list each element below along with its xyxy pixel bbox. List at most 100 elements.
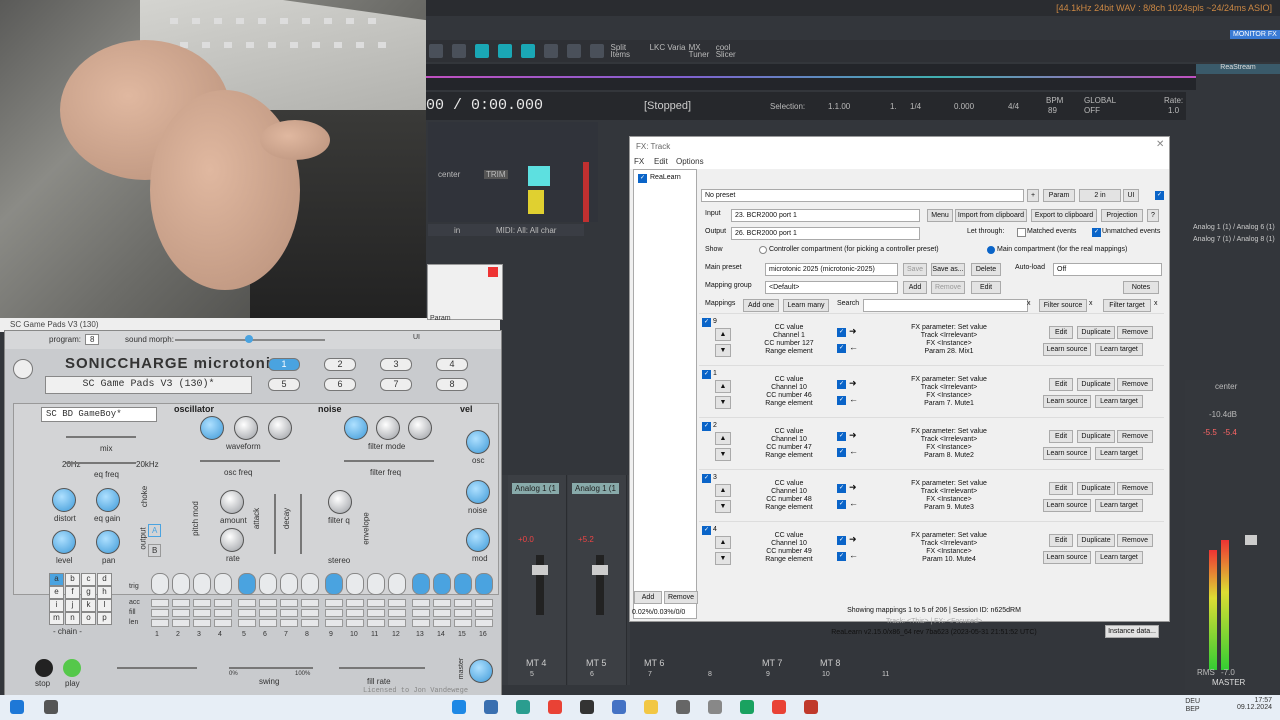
trim-button[interactable]: TRIM [484,170,508,179]
notes-button[interactable]: Notes [1123,281,1159,294]
step-fill[interactable] [172,609,190,617]
mapping-edit-button[interactable]: Edit [1049,482,1073,495]
level-knob[interactable] [52,530,76,554]
pattern-letter[interactable]: e [49,586,64,599]
learn-target-button[interactable]: Learn target [1095,395,1143,408]
grid-icon[interactable] [498,44,513,58]
step-length[interactable] [367,619,385,627]
cool-slicer-button[interactable]: cool Slicer [716,44,746,59]
mapping-enabled-checkbox[interactable]: ✓ [702,318,711,327]
feedback-enabled-checkbox[interactable]: ✓ [837,344,846,353]
step-length[interactable] [151,619,169,627]
language-indicator[interactable]: DEU BEP [1185,698,1200,714]
mx-tuner-button[interactable]: MX Tuner [689,44,713,59]
step-fill[interactable] [454,609,472,617]
app-icon[interactable] [612,700,626,714]
selection-end[interactable]: 1. [890,102,897,111]
mapping-enabled-checkbox[interactable]: ✓ [702,422,711,431]
pattern-letter[interactable]: l [97,599,112,612]
vel-osc-knob[interactable] [466,430,490,454]
pattern-letter[interactable]: n [65,612,80,625]
learn-many-button[interactable]: Learn many [783,299,829,312]
mapping-remove-button[interactable]: Remove [1117,482,1153,495]
step-accent[interactable] [280,599,298,607]
distort-knob[interactable] [52,488,76,512]
clear-filter-source-icon[interactable]: x [1089,300,1093,307]
param-button[interactable]: Param [1043,189,1075,202]
midi-item-cyan[interactable] [528,166,550,186]
learn-source-button[interactable]: Learn source [1043,395,1091,408]
group-edit-button[interactable]: Edit [971,281,1001,294]
control-enabled-checkbox[interactable]: ✓ [837,484,846,493]
help-button[interactable]: ? [1147,209,1159,222]
step-trigger[interactable] [412,573,430,595]
footer-add-button[interactable]: Add [634,591,662,604]
pattern-button[interactable]: 7 [380,378,412,391]
pattern-letter[interactable]: b [65,573,80,586]
learn-source-button[interactable]: Learn source [1043,551,1091,564]
step-accent[interactable] [412,599,430,607]
learn-source-button[interactable]: Learn source [1043,447,1091,460]
pan-knob[interactable] [96,530,120,554]
step-length[interactable] [280,619,298,627]
step-fill[interactable] [388,609,406,617]
waveform-saw[interactable] [268,416,292,440]
amount-knob[interactable] [220,490,244,514]
param-button[interactable]: Param [430,315,451,322]
move-up-button[interactable]: ▲ [715,484,731,497]
move-down-button[interactable]: ▼ [715,448,731,461]
move-down-button[interactable]: ▼ [715,396,731,409]
step-trigger[interactable] [193,573,211,595]
step-accent[interactable] [475,599,493,607]
edge-icon[interactable] [452,700,466,714]
mapping-enabled-checkbox[interactable]: ✓ [702,474,711,483]
menu-fx[interactable]: FX [634,157,644,166]
mapping-group-select[interactable]: <Default> [765,281,898,294]
control-enabled-checkbox[interactable]: ✓ [837,432,846,441]
step-trigger[interactable] [238,573,256,595]
step-fill[interactable] [367,609,385,617]
ui-button[interactable]: UI [1123,189,1139,202]
step-fill[interactable] [433,609,451,617]
time-signature-2[interactable]: 4/4 [1008,102,1019,111]
learn-target-button[interactable]: Learn target [1095,499,1143,512]
eq-freq-slider[interactable] [66,462,136,464]
move-up-button[interactable]: ▲ [715,432,731,445]
master-fader[interactable] [1245,535,1257,545]
feedback-enabled-checkbox[interactable]: ✓ [837,500,846,509]
mapping-row[interactable]: ✓ 9 ▲ ▼ CC value Channel 1 CC number 127 Range … [699,313,1164,366]
output-select[interactable]: 26. BCR2000 port 1 [731,227,920,240]
app-icon[interactable] [484,700,498,714]
fill-rate-slider[interactable] [339,667,425,669]
step-trigger[interactable] [433,573,451,595]
menu-icon[interactable] [590,44,605,58]
strip-input[interactable]: Analog 1 (1 [572,483,619,494]
mix-slider[interactable] [66,436,136,438]
step-fill[interactable] [151,609,169,617]
metronome-icon[interactable] [567,44,582,58]
step-length[interactable] [412,619,430,627]
bpm-value[interactable]: 89 [1048,106,1057,115]
group-add-button[interactable]: Add [903,281,927,294]
step-accent[interactable] [367,599,385,607]
master-knob[interactable] [469,659,493,683]
track-label[interactable]: MT 4 [526,658,546,668]
clock[interactable]: 17:57 09.12.2024 [1237,697,1272,711]
osc-freq-slider[interactable] [200,460,280,462]
move-down-button[interactable]: ▼ [715,500,731,513]
waveform-sine[interactable] [200,416,224,440]
lkc-varia-button[interactable]: LKC Varia [650,44,686,52]
vel-mod-knob[interactable] [466,528,490,552]
group-remove-button[interactable]: Remove [931,281,965,294]
rate-knob[interactable] [220,528,244,552]
mapping-row[interactable]: ✓ 4 ▲ ▼ CC value Channel 10 CC number 49 Range … [699,521,1164,574]
folder-icon[interactable] [644,700,658,714]
step-trigger[interactable] [325,573,343,595]
step-length[interactable] [475,619,493,627]
output-selector[interactable]: A [148,524,162,537]
step-fill[interactable] [301,609,319,617]
step-trigger[interactable] [259,573,277,595]
step-fill[interactable] [475,609,493,617]
drum-name-display[interactable]: SC BD GameBoy* [41,407,157,422]
step-trigger[interactable] [172,573,190,595]
